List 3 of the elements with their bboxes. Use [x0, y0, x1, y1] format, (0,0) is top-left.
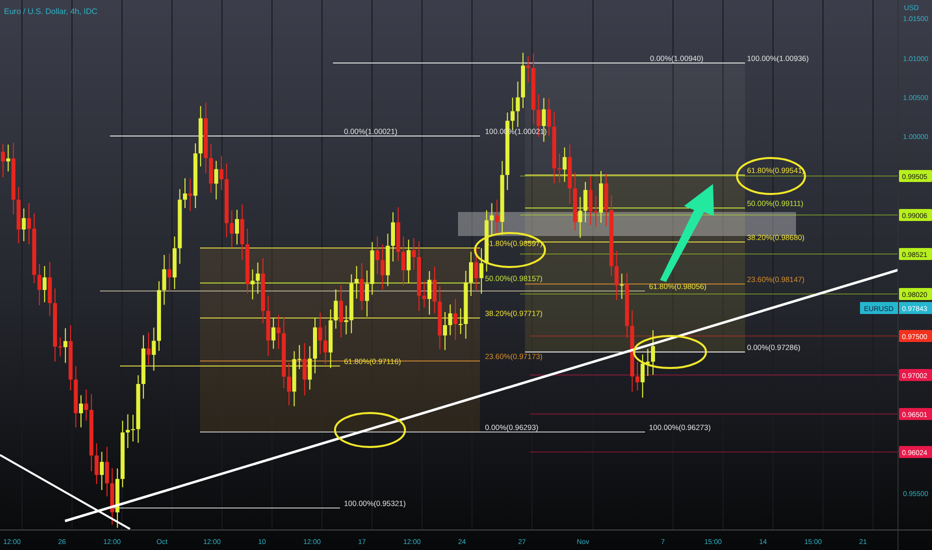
chart-title: Euro / U.S. Dollar, 4h, IDC — [4, 7, 98, 16]
price-badge — [899, 302, 932, 314]
highlight-ellipse — [334, 412, 406, 448]
